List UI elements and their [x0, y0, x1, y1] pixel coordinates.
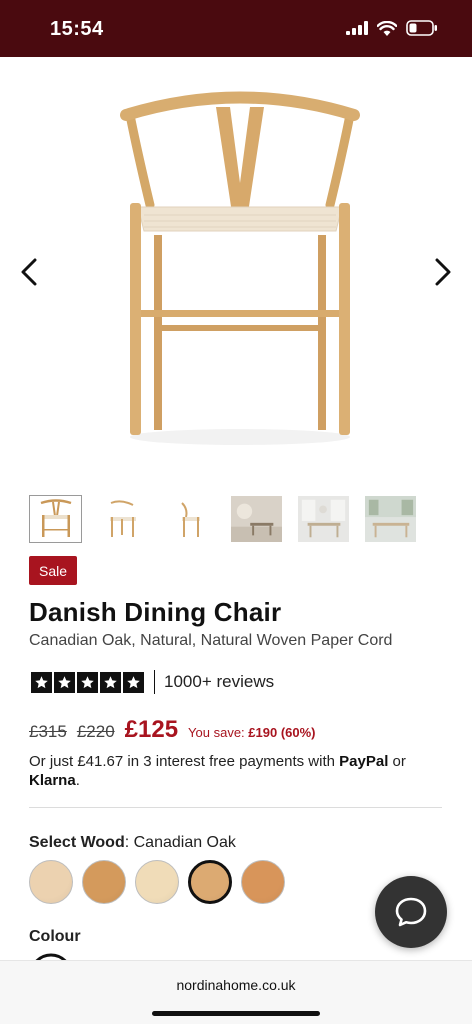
- star-icon: [123, 671, 144, 693]
- wood-label-colon: :: [124, 834, 134, 851]
- thumbnail-side[interactable]: [163, 495, 216, 543]
- chat-bubble-icon: [395, 897, 427, 927]
- star-icon: [54, 671, 75, 693]
- previous-image-button[interactable]: [14, 252, 44, 292]
- klarna-link[interactable]: Klarna: [29, 772, 76, 789]
- finance-or: or: [388, 753, 406, 770]
- product-gallery[interactable]: [0, 57, 472, 482]
- wood-swatch[interactable]: [82, 860, 126, 904]
- price-row: £315 £220 £125 You save: £190 (60%): [29, 716, 316, 744]
- paypal-link[interactable]: PayPal: [339, 753, 388, 770]
- signal-icon: [346, 21, 368, 35]
- live-chat-button[interactable]: [375, 876, 447, 948]
- previous-price: £220: [76, 722, 115, 741]
- home-indicator: [152, 1011, 320, 1016]
- chair-angle-thumbnail: [109, 500, 136, 537]
- original-price: £315: [29, 722, 67, 741]
- selected-wood: Canadian Oak: [133, 834, 236, 851]
- finance-text: Or just £41.67 in 3 interest free paymen…: [29, 753, 340, 770]
- dining-scene-thumbnail: [298, 496, 349, 542]
- status-bar: 15:54: [0, 0, 472, 57]
- thumbnail-room-2[interactable]: [297, 495, 350, 543]
- chair-side-thumbnail: [180, 502, 200, 537]
- rating-divider: [154, 670, 155, 694]
- battery-icon: [406, 20, 437, 36]
- wood-swatch[interactable]: [29, 860, 73, 904]
- wood-label-title: Select Wood: [29, 834, 125, 851]
- url-text[interactable]: nordinahome.co.uk: [0, 977, 472, 993]
- status-icons: [346, 20, 438, 36]
- reviews-link[interactable]: 1000+ reviews: [164, 672, 274, 692]
- wifi-icon: [377, 20, 397, 36]
- chair-front-thumbnail: [40, 499, 71, 537]
- savings-text: You save: £190 (60%): [188, 725, 315, 740]
- thumbnail-room-3[interactable]: [364, 495, 417, 543]
- section-divider: [29, 807, 442, 808]
- star-icon: [77, 671, 98, 693]
- wood-label: Select Wood: Canadian Oak: [29, 834, 236, 852]
- colour-label: Colour: [29, 928, 81, 945]
- finance-end: .: [75, 772, 80, 789]
- wood-swatch[interactable]: [135, 860, 179, 904]
- star-rating: [31, 671, 144, 693]
- finance-info: Or just £41.67 in 3 interest free paymen…: [29, 752, 439, 790]
- wood-swatch[interactable]: [188, 860, 232, 904]
- wood-swatch[interactable]: [241, 860, 285, 904]
- next-image-button[interactable]: [428, 252, 458, 292]
- product-title: Danish Dining Chair: [29, 597, 282, 627]
- sale-badge: Sale: [29, 556, 77, 585]
- savings-label: You save:: [188, 725, 245, 740]
- thumbnail-room-1[interactable]: [230, 495, 283, 543]
- chevron-right-icon: [435, 258, 451, 286]
- outdoor-scene-thumbnail: [365, 496, 416, 542]
- thumbnail-angle[interactable]: [96, 495, 149, 543]
- room-scene-thumbnail: [231, 496, 282, 542]
- savings-value: £190 (60%): [248, 725, 316, 740]
- sale-price: £125: [124, 716, 179, 743]
- rating-row[interactable]: 1000+ reviews: [31, 670, 274, 694]
- star-icon: [100, 671, 121, 693]
- product-subtitle: Canadian Oak, Natural, Natural Woven Pap…: [29, 632, 393, 649]
- browser-url-bar[interactable]: nordinahome.co.uk: [0, 960, 472, 1024]
- status-time: 15:54: [50, 18, 104, 40]
- star-icon: [31, 671, 52, 693]
- wood-swatches: [29, 860, 285, 904]
- chevron-left-icon: [21, 258, 37, 286]
- thumbnail-strip: [29, 495, 417, 543]
- chair-main-image: [120, 91, 360, 445]
- thumbnail-front[interactable]: [29, 495, 82, 543]
